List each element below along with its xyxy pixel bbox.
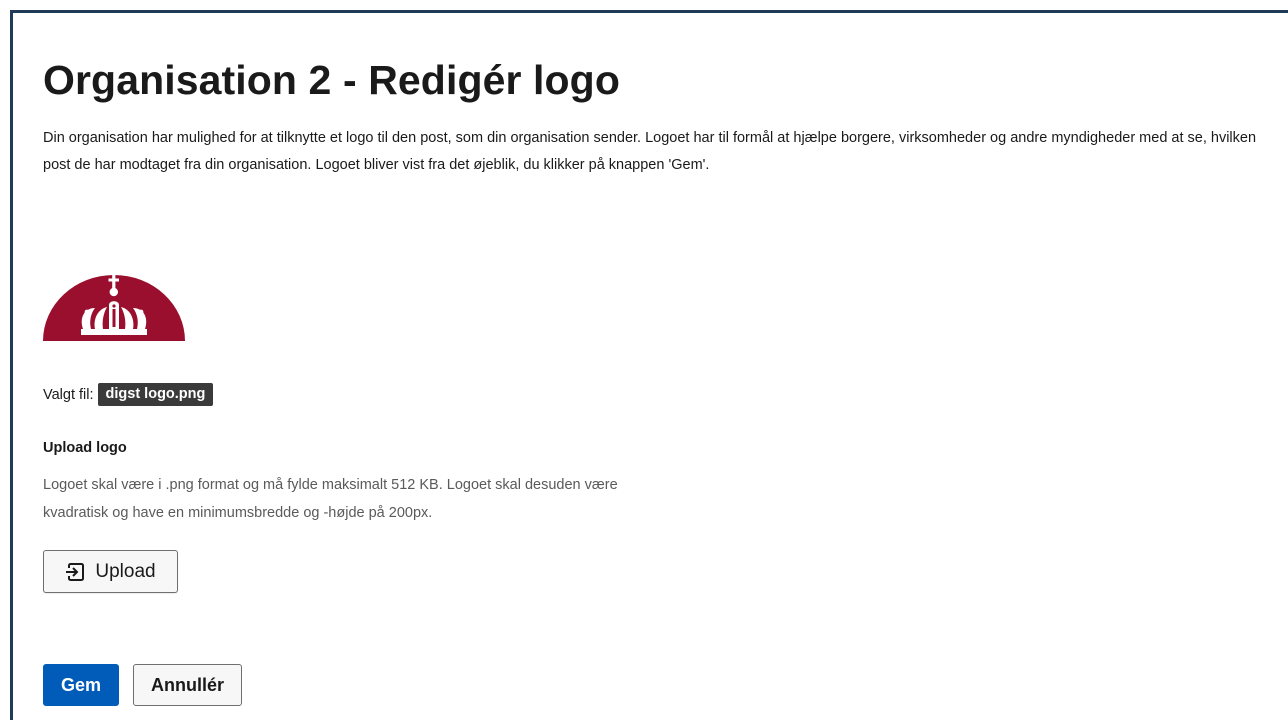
upload-icon bbox=[65, 562, 85, 581]
chosen-file-label: Valgt fil: bbox=[43, 386, 94, 403]
upload-help-text: Logoet skal være i .png format og må fyl… bbox=[43, 477, 618, 521]
upload-button[interactable]: Upload bbox=[43, 550, 178, 593]
cancel-button[interactable]: Annullér bbox=[133, 664, 242, 706]
intro-text: Din organisation har mulighed for at til… bbox=[43, 130, 1257, 173]
chosen-file-row: Valgt fil: digst logo.png bbox=[43, 383, 214, 406]
crown-logo-icon bbox=[43, 275, 185, 341]
save-button[interactable]: Gem bbox=[43, 664, 119, 706]
chosen-file-badge: digst logo.png bbox=[97, 383, 214, 406]
page-frame: Organisation 2 - Redigér logo Din organi… bbox=[10, 10, 1288, 720]
page-title: Organisation 2 - Redigér logo bbox=[43, 57, 620, 103]
upload-heading: Upload logo bbox=[43, 440, 127, 456]
upload-button-label: Upload bbox=[95, 560, 156, 582]
